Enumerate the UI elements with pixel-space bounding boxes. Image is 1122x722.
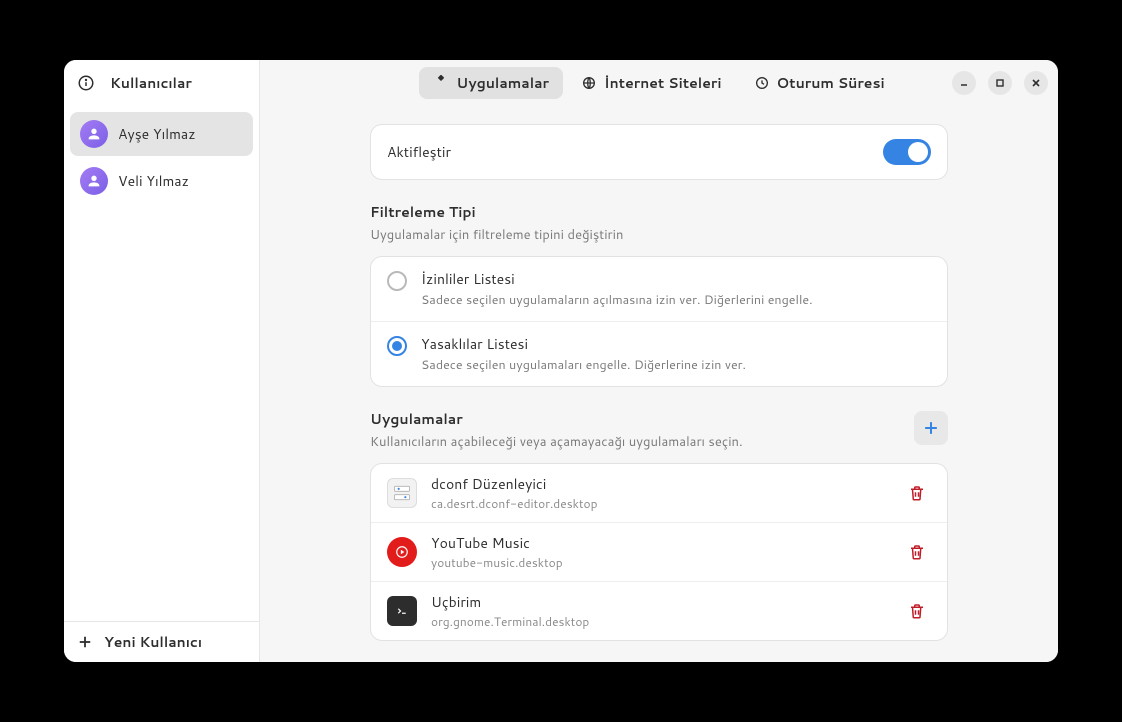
delete-app-button[interactable]	[903, 597, 931, 625]
apps-header-text: Uygulamalar Kullanıcıların açabileceği v…	[370, 409, 743, 451]
window-controls	[952, 71, 1048, 95]
app-info: YouTube Music youtube-music.desktop	[431, 533, 889, 571]
app-row-youtube: YouTube Music youtube-music.desktop	[371, 522, 947, 581]
add-app-button[interactable]	[914, 411, 948, 445]
tab-label: İnternet Siteleri	[604, 73, 721, 93]
app-name: Uçbirim	[431, 592, 889, 612]
new-user-label: Yeni Kullanıcı	[104, 632, 202, 652]
tab-apps[interactable]: Uygulamalar	[419, 67, 563, 99]
tab-session-time[interactable]: Oturum Süresi	[740, 67, 899, 99]
globe-icon	[581, 75, 597, 91]
sidebar-user-1[interactable]: Veli Yılmaz	[70, 159, 253, 203]
filter-option-blocklist[interactable]: Yasaklılar Listesi Sadece seçilen uygula…	[371, 321, 947, 386]
apps-icon	[433, 75, 449, 91]
topbar: Uygulamalar İnternet Siteleri Oturum Sür…	[260, 60, 1058, 106]
clock-icon	[754, 75, 770, 91]
activate-card: Aktifleştir	[370, 124, 948, 180]
minimize-button[interactable]	[952, 71, 976, 95]
delete-app-button[interactable]	[903, 479, 931, 507]
tab-bar: Uygulamalar İnternet Siteleri Oturum Sür…	[419, 67, 898, 99]
filter-section-header: Filtreleme Tipi Uygulamalar için filtrel…	[370, 202, 948, 244]
info-icon[interactable]	[76, 73, 96, 93]
activate-toggle[interactable]	[883, 139, 931, 165]
radio-title: İzinliler Listesi	[421, 269, 813, 289]
apps-title: Uygulamalar	[370, 409, 743, 429]
plus-icon	[76, 633, 94, 651]
radio-text: Yasaklılar Listesi Sadece seçilen uygula…	[421, 334, 746, 374]
avatar-icon	[80, 167, 108, 195]
tab-label: Uygulamalar	[456, 73, 549, 93]
dconf-app-icon	[387, 478, 417, 508]
app-row-terminal: Uçbirim org.gnome.Terminal.desktop	[371, 581, 947, 640]
tab-label: Oturum Süresi	[777, 73, 885, 93]
delete-app-button[interactable]	[903, 538, 931, 566]
close-button[interactable]	[1024, 71, 1048, 95]
app-id: youtube-music.desktop	[431, 554, 889, 571]
sidebar-user-0[interactable]: Ayşe Yılmaz	[70, 112, 253, 156]
filter-option-allowlist[interactable]: İzinliler Listesi Sadece seçilen uygulam…	[371, 257, 947, 321]
user-list: Ayşe Yılmaz Veli Yılmaz	[64, 106, 259, 621]
radio-icon	[387, 336, 407, 356]
apps-subtitle: Kullanıcıların açabileceği veya açamayac…	[370, 433, 743, 451]
user-name-label: Ayşe Yılmaz	[118, 124, 196, 144]
app-info: Uçbirim org.gnome.Terminal.desktop	[431, 592, 889, 630]
app-row-dconf: dconf Düzenleyici ca.desrt.dconf-editor.…	[371, 464, 947, 522]
content-area: Aktifleştir Filtreleme Tipi Uygulamalar …	[260, 106, 1058, 662]
app-id: org.gnome.Terminal.desktop	[431, 613, 889, 630]
radio-icon	[387, 271, 407, 291]
radio-desc: Sadece seçilen uygulamaları engelle. Diğ…	[421, 356, 746, 374]
radio-text: İzinliler Listesi Sadece seçilen uygulam…	[421, 269, 813, 309]
app-info: dconf Düzenleyici ca.desrt.dconf-editor.…	[431, 474, 889, 512]
radio-desc: Sadece seçilen uygulamaların açılmasına …	[421, 291, 813, 309]
activate-label: Aktifleştir	[387, 142, 451, 162]
filter-title: Filtreleme Tipi	[370, 202, 948, 222]
new-user-button[interactable]: Yeni Kullanıcı	[64, 621, 259, 662]
avatar-icon	[80, 120, 108, 148]
tab-websites[interactable]: İnternet Siteleri	[567, 67, 735, 99]
app-id: ca.desrt.dconf-editor.desktop	[431, 495, 889, 512]
user-name-label: Veli Yılmaz	[118, 171, 189, 191]
youtube-app-icon	[387, 537, 417, 567]
maximize-button[interactable]	[988, 71, 1012, 95]
app-name: YouTube Music	[431, 533, 889, 553]
terminal-app-icon	[387, 596, 417, 626]
filter-options-card: İzinliler Listesi Sadece seçilen uygulam…	[370, 256, 948, 387]
app-list: dconf Düzenleyici ca.desrt.dconf-editor.…	[370, 463, 948, 641]
sidebar-header: Kullanıcılar	[64, 60, 259, 106]
apps-section-header: Uygulamalar Kullanıcıların açabileceği v…	[370, 409, 948, 451]
sidebar: Kullanıcılar Ayşe Yılmaz Veli Yılmaz Yen…	[64, 60, 260, 662]
main-panel: Uygulamalar İnternet Siteleri Oturum Sür…	[260, 60, 1058, 662]
radio-title: Yasaklılar Listesi	[421, 334, 746, 354]
filter-subtitle: Uygulamalar için filtreleme tipini değiş…	[370, 226, 948, 244]
app-name: dconf Düzenleyici	[431, 474, 889, 494]
sidebar-title: Kullanıcılar	[110, 73, 192, 93]
app-window: Kullanıcılar Ayşe Yılmaz Veli Yılmaz Yen…	[64, 60, 1058, 662]
